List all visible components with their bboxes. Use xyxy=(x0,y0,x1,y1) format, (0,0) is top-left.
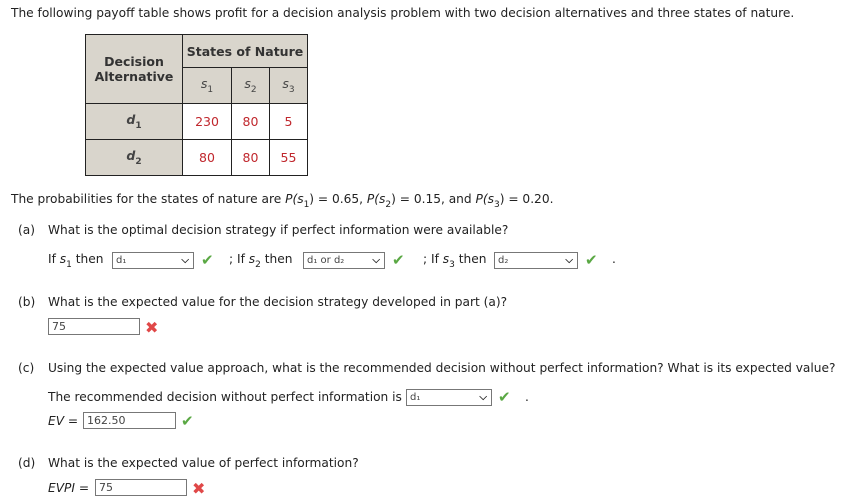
payoff-cell: 5 xyxy=(269,103,308,140)
table-row: d2 80 80 55 xyxy=(85,139,308,176)
question-text: What is the optimal decision strategy if… xyxy=(48,223,509,237)
chevron-down-icon: ⌵ xyxy=(181,255,189,266)
part-a-question: (a) What is the optimal decision strategy… xyxy=(18,223,508,237)
prob-value: ) = 0.15, and xyxy=(391,192,472,206)
header-line: Alternative xyxy=(94,69,174,84)
evpi-input[interactable]: 75 xyxy=(95,479,187,496)
expected-value-input[interactable]: 75 xyxy=(48,318,140,335)
if-s1-label: If s1 then xyxy=(48,252,104,270)
check-icon: ✔ xyxy=(181,412,194,430)
if-s2-label: ; If s2 then xyxy=(229,252,293,270)
s2-decision-select[interactable]: d₁ or d₂ ⌵ xyxy=(303,252,385,269)
prob-label: P(s xyxy=(285,192,304,206)
part-c-question: (c) Using the expected value approach, wh… xyxy=(18,361,835,375)
selected-value: d₁ or d₂ xyxy=(307,255,345,266)
s1-decision-select[interactable]: d₁ ⌵ xyxy=(112,252,194,269)
table-row: d1 230 80 5 xyxy=(85,103,308,140)
part-b-question: (b) What is the expected value for the de… xyxy=(18,295,507,309)
question-text: Using the expected value approach, what … xyxy=(48,361,836,375)
part-letter: (c) xyxy=(18,361,35,375)
ev-input[interactable]: 162.50 xyxy=(83,412,176,429)
part-letter: (a) xyxy=(18,223,35,237)
payoff-cell: 80 xyxy=(231,139,270,176)
chevron-down-icon: ⌵ xyxy=(479,392,487,403)
ev-label: EV = xyxy=(48,414,79,428)
decision-label: d1 xyxy=(85,103,183,140)
recommended-decision-label: The recommended decision without perfect… xyxy=(48,390,402,404)
state-header: s3 xyxy=(269,67,308,104)
prob-value: ) = 0.20. xyxy=(499,192,554,206)
intro-text: The following payoff table shows profit … xyxy=(11,6,795,20)
prob-value: ) = 0.65, xyxy=(309,192,364,206)
sentence-end: . xyxy=(525,390,529,404)
chevron-down-icon: ⌵ xyxy=(372,255,380,266)
part-letter: (d) xyxy=(18,456,36,470)
part-d-question: (d) What is the expected value of perfect… xyxy=(18,456,359,470)
payoff-table: Decision Alternative States of Nature s1… xyxy=(85,34,308,176)
decision-label: d2 xyxy=(85,139,183,176)
state-header: s2 xyxy=(231,67,270,104)
prob-label: P(s xyxy=(366,192,386,206)
probabilities-text: The probabilities for the states of natu… xyxy=(11,192,553,210)
if-s3-label: ; If s3 then xyxy=(423,252,487,270)
state-header: s1 xyxy=(182,67,232,104)
selected-value: d₂ xyxy=(498,255,509,266)
cross-icon: ✖ xyxy=(145,318,159,337)
question-text: What is the expected value of perfect in… xyxy=(48,456,359,470)
header-line: Decision xyxy=(104,54,164,69)
evpi-label: EVPI = xyxy=(48,481,90,495)
payoff-cell: 80 xyxy=(231,103,270,140)
check-icon: ✔ xyxy=(498,388,511,406)
question-text: What is the expected value for the decis… xyxy=(48,295,508,309)
states-of-nature-header: States of Nature xyxy=(182,34,308,68)
payoff-cell: 80 xyxy=(182,139,232,176)
payoff-cell: 55 xyxy=(269,139,308,176)
check-icon: ✔ xyxy=(585,251,598,269)
selected-value: d₁ xyxy=(116,255,127,266)
cross-icon: ✖ xyxy=(192,479,206,498)
selected-value: d₁ xyxy=(410,392,421,403)
check-icon: ✔ xyxy=(392,251,405,269)
decision-alternative-header: Decision Alternative xyxy=(85,34,183,104)
prob-prefix: The probabilities for the states of natu… xyxy=(11,192,282,206)
sentence-end: . xyxy=(612,252,616,266)
chevron-down-icon: ⌵ xyxy=(565,255,573,266)
s3-decision-select[interactable]: d₂ ⌵ xyxy=(494,252,578,269)
prob-label: P(s xyxy=(475,192,494,206)
recommended-decision-select[interactable]: d₁ ⌵ xyxy=(406,389,492,406)
part-letter: (b) xyxy=(18,295,36,309)
check-icon: ✔ xyxy=(201,251,214,269)
payoff-cell: 230 xyxy=(182,103,232,140)
